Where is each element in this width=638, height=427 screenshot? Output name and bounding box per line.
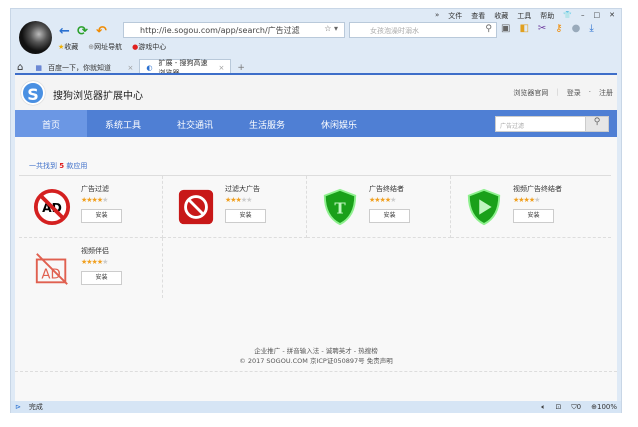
- install-button[interactable]: 安装: [513, 209, 554, 223]
- footer-copyright: © 2017 SOGOU.COM 京ICP证050897号 免责声明: [239, 357, 393, 365]
- home-icon[interactable]: ⌂: [11, 59, 29, 73]
- menu-view[interactable]: 查看: [471, 11, 485, 21]
- ad-block-icon: AD: [33, 188, 71, 226]
- category-nav: 首页 系统工具 社交通讯 生活服务 休闲娱乐 广告过滤 ⚲: [15, 110, 617, 137]
- star-icon[interactable]: ☆ ▾: [324, 24, 338, 33]
- install-button[interactable]: 安装: [81, 209, 122, 223]
- app-name[interactable]: 视频广告终结者: [513, 184, 562, 194]
- shield-t-icon: T: [323, 188, 357, 226]
- avatar[interactable]: [19, 21, 52, 54]
- lock-icon[interactable]: ⊡: [556, 403, 562, 412]
- menu-help[interactable]: 帮助: [540, 11, 554, 21]
- fav-item[interactable]: ●游戏中心: [132, 42, 166, 52]
- fav-item[interactable]: ⊕网址导航: [88, 42, 122, 52]
- address-text: http://ie.sogou.com/app/search/广告过滤: [140, 26, 300, 35]
- key-icon[interactable]: ⚷: [555, 23, 562, 34]
- sound-icon[interactable]: 🔈︎: [541, 403, 545, 412]
- app-card: AD 广告过滤 ★★★★★ 安装: [19, 176, 163, 238]
- menu-more[interactable]: »: [435, 11, 439, 21]
- scissors-icon[interactable]: ✂: [538, 23, 546, 34]
- rating-stars: ★★★★★: [369, 196, 396, 204]
- app-name[interactable]: 广告过滤: [81, 184, 109, 194]
- search-placeholder: 女孩泡澡时溺水: [370, 27, 419, 35]
- rating-stars: ★★★★★: [513, 196, 540, 204]
- address-bar[interactable]: http://ie.sogou.com/app/search/广告过滤 ☆ ▾: [123, 22, 345, 38]
- site-header: S 搜狗浏览器扩展中心 浏览器官网 | 登录 · 注册: [15, 75, 617, 110]
- app-name[interactable]: 视频伴侣: [81, 246, 109, 256]
- rating-stars: ★★★★★: [81, 196, 108, 204]
- app-card: 过滤大广告 ★★★★★ 安装: [163, 176, 307, 238]
- close-button[interactable]: ✕: [609, 11, 615, 21]
- install-button[interactable]: 安装: [81, 271, 122, 285]
- nav-life[interactable]: 生活服务: [231, 110, 303, 137]
- shield-count[interactable]: ⛉0: [571, 403, 581, 412]
- nav-system-tools[interactable]: 系统工具: [87, 110, 159, 137]
- menu-bar: » 文件 查看 收藏 工具 帮助 👕 – □ ✕: [435, 11, 615, 21]
- more-icon[interactable]: ●: [572, 23, 581, 34]
- login-link[interactable]: 登录: [567, 88, 581, 98]
- extension-search-input[interactable]: 广告过滤 ⚲: [495, 116, 609, 132]
- undo-icon[interactable]: ↶: [96, 24, 107, 39]
- refresh-icon[interactable]: ⟳: [77, 24, 88, 39]
- status-bar: ⊳ 完成 🔈︎ ⊡ ⛉0 ⊕100%: [11, 401, 621, 413]
- zoom-level[interactable]: ⊕100%: [591, 403, 617, 412]
- app-card: AD 视频伴侣 ★★★★★ 安装: [19, 238, 163, 298]
- fav-item[interactable]: ★收藏: [58, 42, 78, 52]
- nav-leisure[interactable]: 休闲娱乐: [303, 110, 375, 137]
- maximize-button[interactable]: □: [594, 11, 601, 21]
- divider: [15, 371, 617, 372]
- svg-text:T: T: [334, 200, 346, 218]
- skin-icon[interactable]: 👕: [563, 11, 572, 21]
- official-site-link[interactable]: 浏览器官网: [513, 88, 548, 98]
- sogou-logo[interactable]: S: [21, 81, 45, 105]
- close-tab-icon[interactable]: ×: [127, 64, 133, 72]
- rating-stars: ★★★★★: [81, 258, 108, 266]
- rating-stars: ★★★★★: [225, 196, 252, 204]
- download-icon[interactable]: ⤓: [589, 23, 593, 34]
- register-link[interactable]: 注册: [599, 88, 613, 98]
- search-icon[interactable]: ⚲: [485, 24, 492, 34]
- tab-extensions[interactable]: ◐扩展 - 搜狗高速浏览器×: [139, 59, 232, 77]
- favorites-bar: ★收藏 ⊕网址导航 ●游戏中心: [58, 42, 166, 52]
- minimize-button[interactable]: –: [581, 11, 585, 21]
- new-tab-button[interactable]: +: [231, 59, 251, 73]
- menu-favorites[interactable]: 收藏: [494, 11, 508, 21]
- screenshot-icon[interactable]: ▣: [501, 23, 510, 34]
- footer-links[interactable]: 企业推广 - 拼音输入法 - 诚聘英才 - 热搜榜: [15, 345, 617, 355]
- result-count: 一共找到 5 款应用: [29, 162, 88, 170]
- app-card: 视频广告终结者 ★★★★★ 安装: [451, 176, 611, 238]
- app-card: T 广告终结者 ★★★★★ 安装: [307, 176, 451, 238]
- tab-bar: ⌂ ▦百度一下，你就知道× ◐扩展 - 搜狗高速浏览器× +: [11, 57, 621, 77]
- shield-play-icon: [467, 188, 501, 226]
- install-button[interactable]: 安装: [369, 209, 410, 223]
- site-title: 搜狗浏览器扩展中心: [53, 91, 143, 102]
- close-tab-icon[interactable]: ×: [218, 64, 224, 72]
- separator: ·: [588, 88, 591, 96]
- sidebar-toggle-icon[interactable]: ⊳: [15, 403, 21, 411]
- page-content: S 搜狗浏览器扩展中心 浏览器官网 | 登录 · 注册 首页 系统工具 社交通讯…: [15, 75, 617, 401]
- search-button[interactable]: ⚲: [585, 117, 608, 131]
- status-text: 完成: [28, 403, 43, 411]
- menu-file[interactable]: 文件: [448, 11, 462, 21]
- video-ad-icon: AD: [35, 253, 68, 285]
- install-button[interactable]: 安装: [225, 209, 266, 223]
- block-icon: [178, 189, 214, 225]
- app-name[interactable]: 过滤大广告: [225, 184, 260, 194]
- app-grid: AD 广告过滤 ★★★★★ 安装 过滤大广告 ★★★★★ 安装 T 广告终结者 …: [19, 175, 611, 298]
- sidebar-icon[interactable]: ◧: [519, 23, 528, 34]
- menu-tools[interactable]: 工具: [517, 11, 531, 21]
- browser-window: » 文件 查看 收藏 工具 帮助 👕 – □ ✕ ← ⟳ ↶ http://ie…: [10, 8, 622, 413]
- toolbar-icons: ▣ ◧ ✂ ⚷ ● ⤓: [501, 23, 594, 34]
- app-name[interactable]: 广告终结者: [369, 184, 404, 194]
- nav-social[interactable]: 社交通讯: [159, 110, 231, 137]
- nav-home[interactable]: 首页: [15, 110, 87, 137]
- search-input[interactable]: 女孩泡澡时溺水 ⚲: [349, 22, 497, 38]
- tab-baidu[interactable]: ▦ 百度一下，你就知道 ×: [29, 59, 139, 73]
- back-icon[interactable]: ←: [59, 24, 70, 39]
